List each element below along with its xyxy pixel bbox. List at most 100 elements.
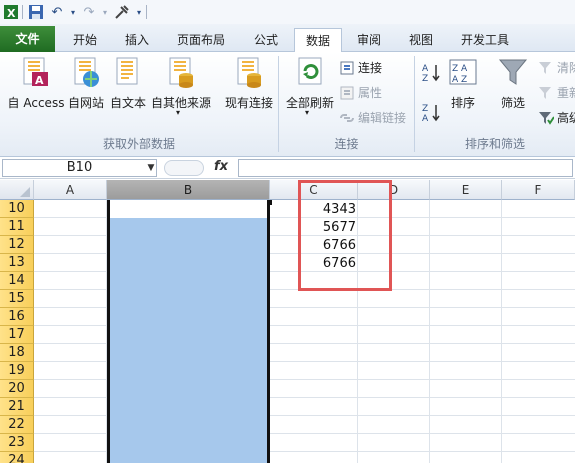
row-header-21[interactable]: 21 xyxy=(0,398,34,416)
row-header-19[interactable]: 19 xyxy=(0,362,34,380)
svg-text:Z A: Z A xyxy=(452,64,468,74)
from-text-button[interactable]: 自文本 xyxy=(108,56,148,112)
reapply-icon xyxy=(538,85,554,101)
svg-text:A Z: A Z xyxy=(452,75,467,85)
sort-ascending-button[interactable]: AZ xyxy=(420,62,444,86)
advanced-filter-icon xyxy=(538,110,555,126)
row-header-11[interactable]: 11 xyxy=(0,218,34,236)
existing-connections-label: 现有连接 xyxy=(224,96,273,110)
formula-input[interactable] xyxy=(238,159,573,177)
ribbon-tabs: 文件 开始 插入 页面布局 公式 数据 审阅 视图 开发工具 xyxy=(0,24,575,53)
clear-filter-button[interactable]: 清除 xyxy=(538,59,575,77)
column-header-f[interactable]: F xyxy=(502,180,575,200)
group-label-external-data: 获取外部数据 xyxy=(102,137,175,151)
svg-text:X: X xyxy=(7,7,16,20)
row-header-24[interactable]: 24 xyxy=(0,452,34,463)
advanced-filter-button[interactable]: 高级 xyxy=(538,109,575,127)
highlight-box xyxy=(298,180,392,291)
row-header-23[interactable]: 23 xyxy=(0,434,34,452)
row-header-17[interactable]: 17 xyxy=(0,326,34,344)
from-access-label: 自 Access xyxy=(7,96,65,110)
properties-label: 属性 xyxy=(358,86,383,100)
grid-line xyxy=(501,200,502,463)
sort-az-icon: AZ xyxy=(422,64,440,84)
edit-links-button[interactable]: 编辑链接 xyxy=(339,109,406,127)
advanced-filter-label: 高级 xyxy=(557,111,575,125)
tab-file[interactable]: 文件 xyxy=(0,26,55,52)
name-box[interactable]: B10 xyxy=(2,159,157,177)
svg-text:Z: Z xyxy=(422,74,428,84)
refresh-all-button[interactable]: 全部刷新 ▾ xyxy=(284,56,336,128)
tab-insert[interactable]: 插入 xyxy=(114,28,160,52)
chevron-down-icon[interactable]: ▼ xyxy=(145,159,157,177)
filter-button[interactable]: 筛选 xyxy=(494,56,532,112)
active-cell-b10[interactable] xyxy=(107,200,270,218)
tab-page-layout[interactable]: 页面布局 xyxy=(170,28,232,52)
tab-home[interactable]: 开始 xyxy=(62,28,108,52)
chevron-down-icon: ▾ xyxy=(305,108,310,117)
from-text-label: 自文本 xyxy=(109,96,146,110)
tab-view[interactable]: 视图 xyxy=(398,28,444,52)
sort-button[interactable]: Z AA Z 排序 xyxy=(446,56,480,112)
connections-button[interactable]: 连接 xyxy=(339,59,382,77)
reapply-label: 重新 xyxy=(557,86,575,100)
fill-handle[interactable] xyxy=(267,200,272,205)
insert-function-icon[interactable]: fx xyxy=(214,159,228,174)
column-header-a[interactable]: A xyxy=(34,180,107,200)
grid-line xyxy=(429,200,430,463)
row-header-14[interactable]: 14 xyxy=(0,272,34,290)
properties-button[interactable]: 属性 xyxy=(339,84,382,102)
other-sources-icon xyxy=(169,57,193,88)
from-web-label: 自网站 xyxy=(67,96,104,110)
row-header-20[interactable]: 20 xyxy=(0,380,34,398)
group-label-connections: 连接 xyxy=(334,137,359,151)
link-icon xyxy=(339,110,355,126)
tools-icon[interactable] xyxy=(113,3,131,21)
tab-developer[interactable]: 开发工具 xyxy=(452,28,518,52)
column-header-e[interactable]: E xyxy=(430,180,502,200)
ribbon-data-panel: A 自 Access 自网站 自文本 自其他来源 ▾ 现有连接 获取外部数据 全… xyxy=(0,52,575,157)
redo-dropdown-icon[interactable]: ▾ xyxy=(96,3,114,21)
tab-formulas[interactable]: 公式 xyxy=(243,28,289,52)
row-header-15[interactable]: 15 xyxy=(0,290,34,308)
row-header-16[interactable]: 16 xyxy=(0,308,34,326)
properties-icon xyxy=(339,85,355,101)
selected-range-column-b[interactable] xyxy=(107,218,270,463)
reapply-filter-button[interactable]: 重新 xyxy=(538,84,575,102)
web-file-icon xyxy=(74,57,99,87)
svg-text:A: A xyxy=(422,64,429,74)
formula-bar: B10 ▼ fx xyxy=(0,157,575,179)
toolbar-separator xyxy=(22,5,23,19)
filter-label: 筛选 xyxy=(500,96,525,110)
from-other-sources-button[interactable]: 自其他来源 ▾ xyxy=(150,56,212,128)
svg-text:Z: Z xyxy=(422,104,428,114)
row-header-10[interactable]: 10 xyxy=(0,200,34,218)
worksheet-grid: A B C D E F 4343 5677 6766 6766 10 11 12 13… xyxy=(0,180,575,463)
sort-descending-button[interactable]: ZA xyxy=(420,102,444,126)
toolbar-separator xyxy=(146,5,147,19)
existing-connections-button[interactable]: 现有连接 xyxy=(222,56,276,112)
select-all-corner[interactable] xyxy=(0,180,34,200)
connections-icon xyxy=(339,60,355,76)
access-file-icon: A xyxy=(23,57,48,87)
refresh-icon xyxy=(298,57,322,85)
refresh-all-label: 全部刷新 xyxy=(285,96,334,110)
row-header-18[interactable]: 18 xyxy=(0,344,34,362)
text-file-icon xyxy=(116,57,138,85)
column-header-b[interactable]: B xyxy=(107,180,270,200)
edit-links-label: 编辑链接 xyxy=(358,111,407,125)
tab-review[interactable]: 审阅 xyxy=(346,28,392,52)
save-icon[interactable] xyxy=(27,3,45,21)
from-access-button[interactable]: A 自 Access xyxy=(4,56,64,112)
from-other-sources-label: 自其他来源 xyxy=(150,96,211,110)
quick-access-toolbar: X ↶ ▾ ↷ ▾ ▾ xyxy=(0,0,575,24)
chevron-down-icon: ▾ xyxy=(176,108,181,117)
formula-bar-resize-handle[interactable] xyxy=(164,160,204,176)
from-web-button[interactable]: 自网站 xyxy=(66,56,106,112)
row-header-22[interactable]: 22 xyxy=(0,416,34,434)
row-header-13[interactable]: 13 xyxy=(0,254,34,272)
excel-icon: X xyxy=(2,3,20,21)
existing-connections-icon xyxy=(237,57,261,88)
tab-data[interactable]: 数据 xyxy=(294,28,342,53)
row-header-12[interactable]: 12 xyxy=(0,236,34,254)
